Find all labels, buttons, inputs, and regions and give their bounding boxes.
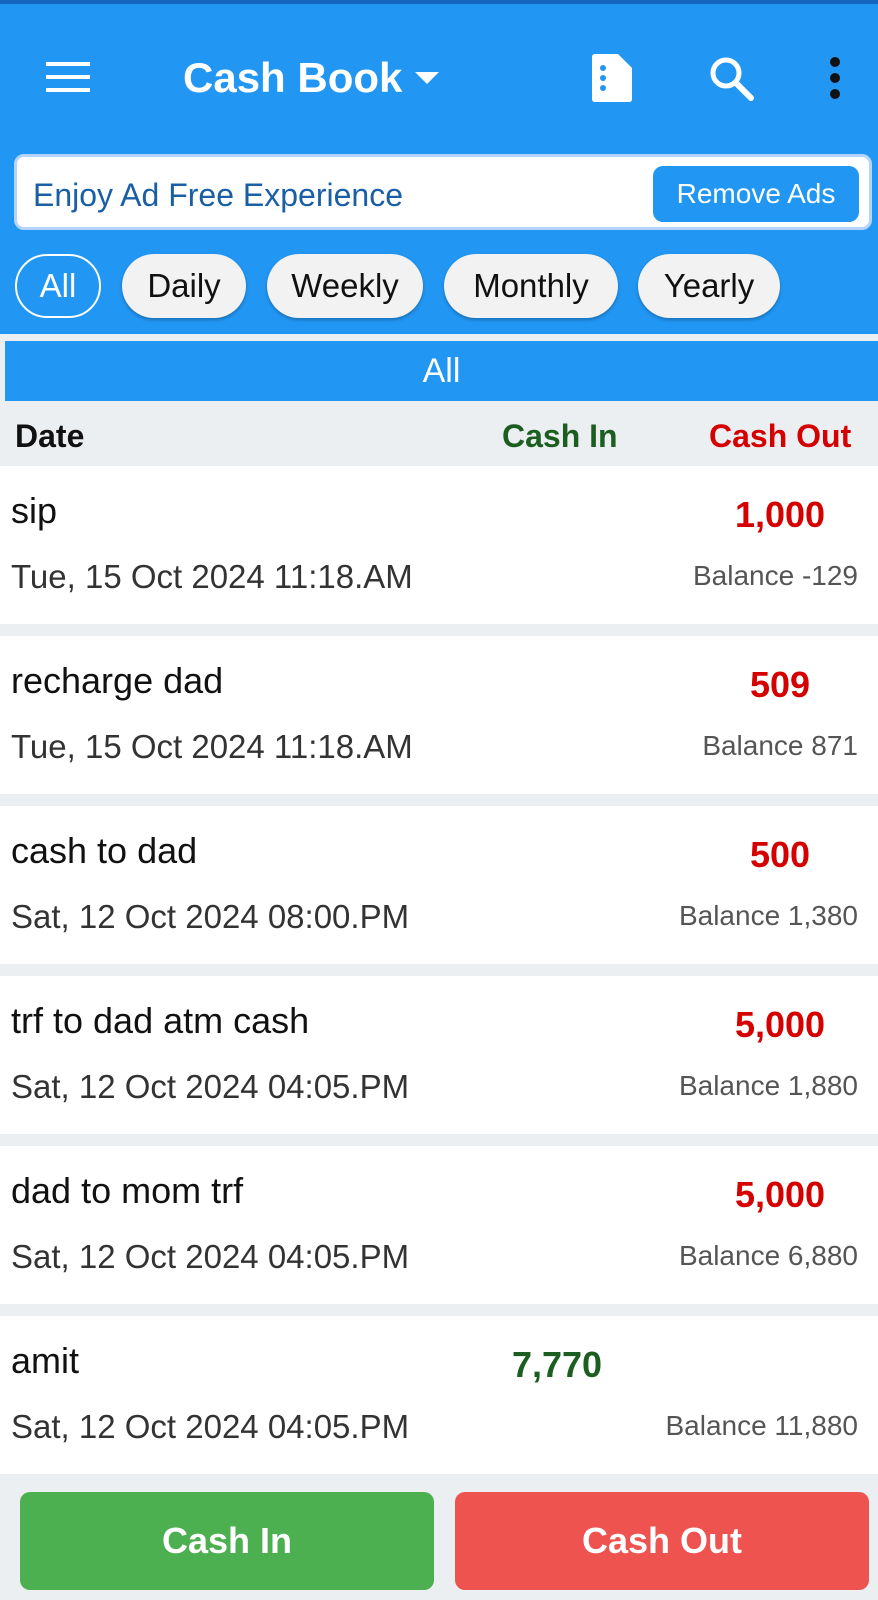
entry-balance: Balance 871	[702, 730, 858, 761]
entry-balance: Balance 11,880	[665, 1410, 858, 1441]
menu-button[interactable]	[40, 54, 96, 100]
entry-row[interactable]: sip Tue, 15 Oct 2024 11:18.AM 1,000 Bala…	[0, 466, 878, 624]
book-selector[interactable]: Cash Book	[183, 48, 440, 108]
app-bar: Cash Book Enjoy Ad Free Experience Remov…	[0, 4, 878, 334]
menu-icon	[46, 62, 90, 92]
entry-row[interactable]: recharge dad Tue, 15 Oct 2024 11:18.AM 5…	[0, 636, 878, 794]
entry-balance: Balance 6,880	[678, 1240, 858, 1271]
entry-row[interactable]: dad to mom trf Sat, 12 Oct 2024 04:05.PM…	[0, 1146, 878, 1304]
entry-balance: Balance 1,380	[678, 900, 858, 931]
column-cash-out-header: Cash Out	[709, 418, 852, 454]
entry-balance: Balance -129	[692, 560, 858, 591]
entry-cash-out: 5,000	[734, 1004, 826, 1045]
entry-name: cash to dad	[11, 830, 198, 871]
entry-cash-out: 5,000	[734, 1174, 826, 1215]
entry-date: Sat, 12 Oct 2024 08:00.PM	[11, 898, 410, 935]
filter-chip-weekly[interactable]: Weekly	[267, 254, 423, 318]
ad-banner-text: Enjoy Ad Free Experience	[33, 177, 403, 213]
more-vert-icon	[830, 57, 840, 99]
entry-cash-out: 509	[749, 664, 811, 705]
cash-in-button[interactable]: Cash In	[20, 1492, 434, 1590]
filter-chip-daily[interactable]: Daily	[122, 254, 246, 318]
entry-date: Tue, 15 Oct 2024 11:18.AM	[11, 728, 413, 765]
entry-date: Sat, 12 Oct 2024 04:05.PM	[11, 1068, 410, 1105]
entry-date: Sat, 12 Oct 2024 04:05.PM	[11, 1238, 410, 1275]
entry-name: recharge dad	[11, 660, 224, 701]
entry-row[interactable]: cash to dad Sat, 12 Oct 2024 08:00.PM 50…	[0, 806, 878, 964]
entry-balance: Balance 1,880	[678, 1070, 858, 1101]
remove-ads-button[interactable]: Remove Ads	[653, 166, 859, 222]
entry-name: sip	[11, 490, 58, 531]
filter-chip-all[interactable]: All	[15, 254, 101, 318]
ad-banner: Enjoy Ad Free Experience Remove Ads	[14, 154, 872, 230]
entry-cash-in: 7,770	[511, 1344, 603, 1385]
action-bar: Cash In Cash Out	[0, 1474, 878, 1600]
entry-name: dad to mom trf	[11, 1170, 244, 1211]
entry-cash-out: 500	[749, 834, 811, 875]
period-label: All	[5, 341, 878, 401]
entry-row[interactable]: trf to dad atm cash Sat, 12 Oct 2024 04:…	[0, 976, 878, 1134]
entry-cash-out: 1,000	[734, 494, 826, 535]
column-header: Date Cash In Cash Out	[0, 403, 878, 465]
filter-chip-yearly[interactable]: Yearly	[638, 254, 780, 318]
column-cash-in-header: Cash In	[502, 418, 618, 454]
report-button[interactable]	[585, 50, 637, 106]
entry-date: Tue, 15 Oct 2024 11:18.AM	[11, 558, 413, 595]
document-icon	[592, 54, 632, 102]
entry-date: Sat, 12 Oct 2024 04:05.PM	[11, 1408, 410, 1445]
more-options-button[interactable]	[815, 50, 855, 106]
column-date-header: Date	[15, 418, 85, 454]
search-button[interactable]	[705, 50, 757, 106]
search-icon	[710, 57, 754, 101]
entry-name: amit	[11, 1340, 80, 1381]
dropdown-caret-icon	[415, 72, 440, 84]
entry-name: trf to dad atm cash	[11, 1000, 310, 1041]
cash-out-button[interactable]: Cash Out	[455, 1492, 869, 1590]
page-title: Cash Book	[183, 54, 403, 101]
filter-chip-monthly[interactable]: Monthly	[444, 254, 618, 318]
entry-row[interactable]: amit Sat, 12 Oct 2024 04:05.PM 7,770 Bal…	[0, 1316, 878, 1474]
